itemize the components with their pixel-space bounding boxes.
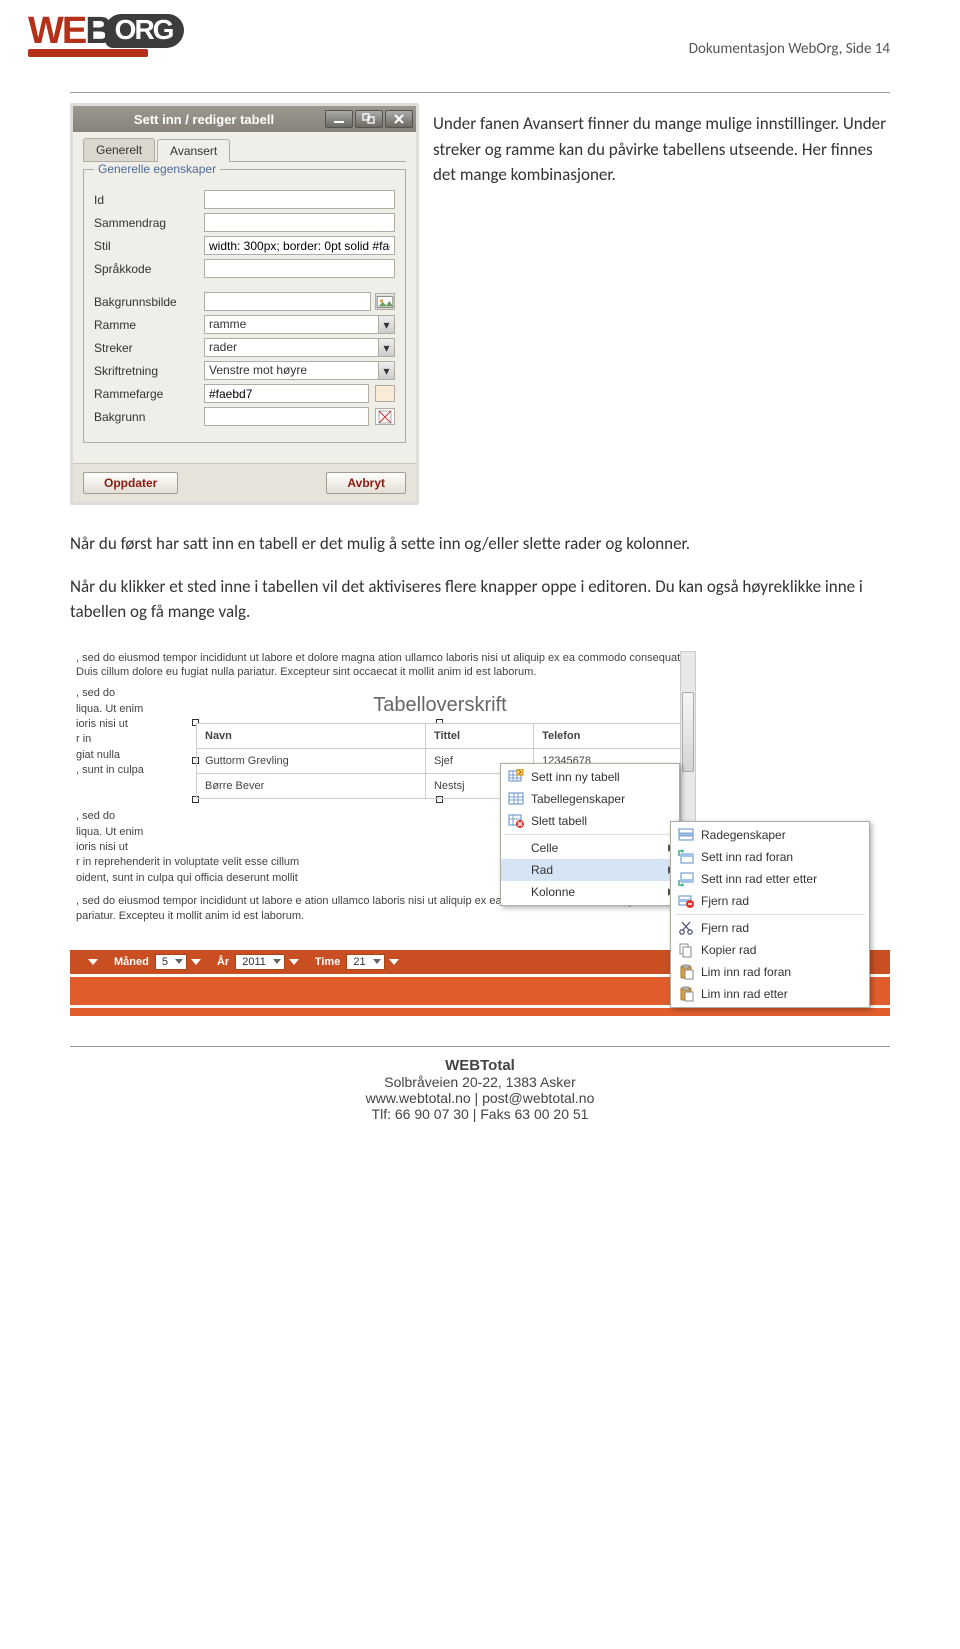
bordercolor-swatch-icon[interactable] <box>375 385 395 402</box>
dropdown-arrow-icon[interactable] <box>191 959 201 965</box>
footer-brand: WEBTotal <box>70 1057 890 1074</box>
footer-web: www.webtotal.no | post@webtotal.no <box>70 1090 890 1106</box>
minimize-icon[interactable] <box>325 110 353 128</box>
ctx-table-props[interactable]: Tabellegenskaper <box>501 788 679 810</box>
label-bgimage: Bakgrunnsbilde <box>94 295 204 309</box>
bgcolor-swatch-icon[interactable] <box>375 408 395 425</box>
logo-part-org: ORG <box>105 14 185 48</box>
footer-addr: Solbråveien 20-22, 1383 Asker <box>70 1074 890 1090</box>
select-month[interactable]: 5 <box>155 954 187 970</box>
maximize-icon[interactable] <box>355 110 383 128</box>
lorem-left-col: , sed do liqua. Ut enim ioris nisi ut r … <box>76 686 196 799</box>
close-icon[interactable] <box>385 110 413 128</box>
label-bordercolor: Rammefarge <box>94 387 204 401</box>
select-rules[interactable]: rader▾ <box>204 338 395 357</box>
ctx-cut-row[interactable]: Fjern rad <box>671 917 869 939</box>
table-caption: Tabelloverskrift <box>196 694 684 717</box>
chevron-down-icon <box>273 959 281 964</box>
tab-general[interactable]: Generelt <box>83 138 155 161</box>
row-insert-after-icon <box>677 871 695 887</box>
cancel-button[interactable]: Avbryt <box>326 472 406 494</box>
input-summary[interactable] <box>204 213 395 232</box>
ctx-paste-row-before[interactable]: Lim inn rad foran <box>671 961 869 983</box>
label-time: Time <box>315 956 340 968</box>
table-props-icon <box>507 791 525 807</box>
col-phone: Telefon <box>534 724 684 749</box>
ctx-column-submenu[interactable]: Kolonne <box>501 881 679 903</box>
cut-icon <box>677 920 695 936</box>
select-year[interactable]: 2011 <box>235 954 285 970</box>
ctx-insert-row-after[interactable]: Sett inn rad etter etter <box>671 868 869 890</box>
select-direction[interactable]: Venstre mot høyre▾ <box>204 361 395 380</box>
ctx-row-submenu[interactable]: Rad <box>501 859 679 881</box>
ctx-delete-row[interactable]: Fjern rad <box>671 890 869 912</box>
context-menu-table: Sett inn ny tabell Tabellegenskaper Slet… <box>500 763 680 906</box>
input-style[interactable] <box>204 236 395 255</box>
lorem-1: , sed do eiusmod tempor incididunt ut la… <box>76 651 684 681</box>
dropdown-arrow-icon[interactable] <box>389 959 399 965</box>
update-button[interactable]: Oppdater <box>83 472 178 494</box>
row-delete-icon <box>677 893 695 909</box>
context-menu-row: Radegenskaper Sett inn rad foran Sett in… <box>670 821 870 1008</box>
select-frame[interactable]: ramme▾ <box>204 315 395 334</box>
paragraph-3: Når du klikker et sted inne i tabellen v… <box>70 574 890 625</box>
input-bgimage[interactable] <box>204 292 371 311</box>
paragraph-2: Når du først har satt inn en tabell er d… <box>70 531 890 557</box>
dropdown-arrow-icon[interactable] <box>88 959 98 965</box>
copy-icon <box>677 942 695 958</box>
col-name: Navn <box>197 724 426 749</box>
logo: WEBORG <box>28 10 184 57</box>
page-footer: WEBTotal Solbråveien 20-22, 1383 Asker w… <box>70 1046 890 1122</box>
ctx-insert-row-before[interactable]: Sett inn rad foran <box>671 846 869 868</box>
ctx-row-props[interactable]: Radegenskaper <box>671 824 869 846</box>
label-summary: Sammendrag <box>94 216 204 230</box>
paste-icon <box>677 986 695 1002</box>
paste-icon <box>677 964 695 980</box>
label-month: Måned <box>114 956 149 968</box>
select-time[interactable]: 21 <box>346 954 384 970</box>
table-properties-dialog: Sett inn / rediger tabell Generelt <box>70 103 419 505</box>
label-direction: Skriftretning <box>94 364 204 378</box>
ctx-paste-row-after[interactable]: Lim inn rad etter <box>671 983 869 1005</box>
row-insert-before-icon <box>677 849 695 865</box>
logo-part-web: WE <box>28 10 85 52</box>
ctx-delete-table[interactable]: Slett tabell <box>501 810 679 832</box>
row-props-icon <box>677 827 695 843</box>
col-title: Tittel <box>425 724 533 749</box>
label-id: Id <box>94 193 204 207</box>
scrollbar-thumb[interactable] <box>682 692 694 772</box>
label-frame: Ramme <box>94 318 204 332</box>
table-new-icon <box>507 769 525 785</box>
label-bgcolor: Bakgrunn <box>94 410 204 424</box>
label-year: År <box>217 956 229 968</box>
fieldset-legend: Generelle egenskaper <box>94 162 220 176</box>
side-paragraph: Under fanen Avansert finner du mange mul… <box>433 103 890 505</box>
browse-image-icon[interactable] <box>375 293 395 310</box>
chevron-down-icon <box>175 959 183 964</box>
table-header-row: Navn Tittel Telefon <box>197 724 684 749</box>
label-style: Stil <box>94 239 204 253</box>
dialog-title: Sett inn / rediger tabell <box>83 112 325 127</box>
label-rules: Streker <box>94 341 204 355</box>
footer-tel: Tlf: 66 90 07 30 | Faks 63 00 20 51 <box>70 1106 890 1122</box>
input-bordercolor[interactable] <box>204 384 369 403</box>
input-id[interactable] <box>204 190 395 209</box>
chevron-down-icon: ▾ <box>378 362 394 379</box>
label-lang: Språkkode <box>94 262 204 276</box>
page-header-text: Dokumentasjon WebOrg, Side 14 <box>70 40 890 58</box>
dropdown-arrow-icon[interactable] <box>289 959 299 965</box>
ctx-copy-row[interactable]: Kopier rad <box>671 939 869 961</box>
fieldset-general-properties: Generelle egenskaper Id Sammendrag Stil … <box>83 162 406 443</box>
chevron-down-icon: ▾ <box>378 316 394 333</box>
ctx-insert-table[interactable]: Sett inn ny tabell <box>501 766 679 788</box>
tab-advanced[interactable]: Avansert <box>157 139 230 162</box>
dialog-titlebar: Sett inn / rediger tabell <box>73 106 416 132</box>
table-delete-icon <box>507 813 525 829</box>
chevron-down-icon <box>373 959 381 964</box>
chevron-down-icon: ▾ <box>378 339 394 356</box>
input-bgcolor[interactable] <box>204 407 369 426</box>
ctx-cell-submenu[interactable]: Celle <box>501 837 679 859</box>
input-lang[interactable] <box>204 259 395 278</box>
